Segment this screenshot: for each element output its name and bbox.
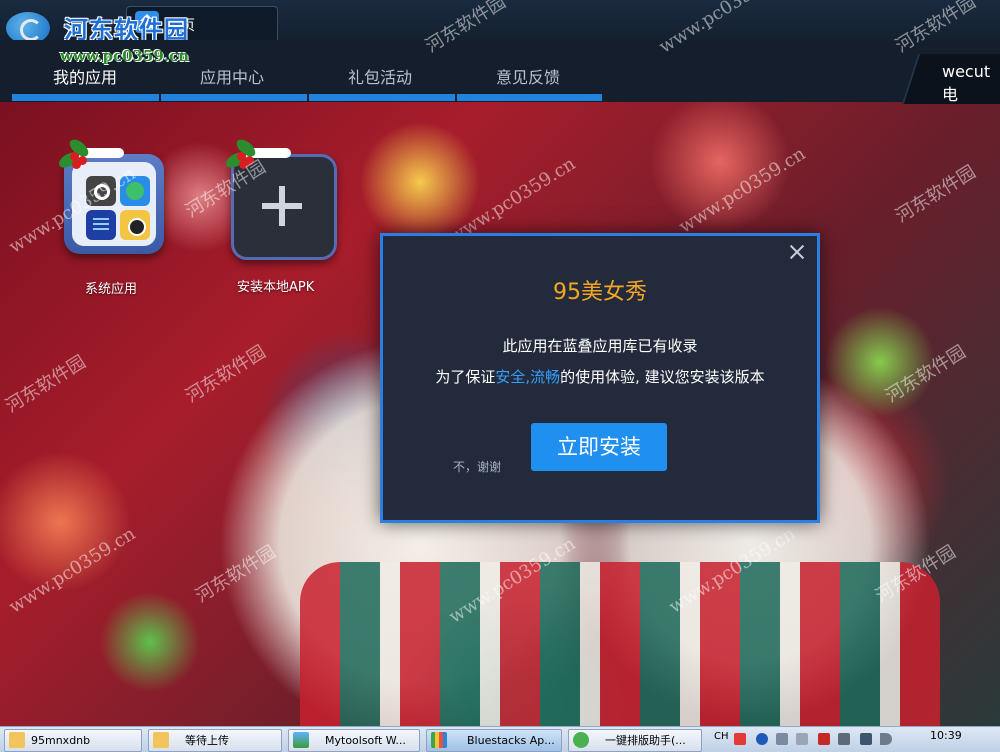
watermark-site-url: www.pc0359.cn (60, 47, 190, 65)
nav-item-my-apps[interactable]: 我的应用 (53, 64, 117, 88)
volume-icon[interactable] (880, 733, 892, 745)
taskbar-item-label: 一键排版助手(... (605, 734, 686, 747)
taskbar-item-label: Mytoolsoft W... (325, 734, 406, 747)
message-highlight: 安全,流畅 (495, 368, 561, 386)
security-icon[interactable] (818, 733, 830, 745)
message-suffix: 的使用体验, 建议您安装该版本 (560, 368, 765, 386)
folder-icon (9, 732, 25, 748)
nav-right-app-tab[interactable]: wecut电 (942, 62, 1000, 105)
dialog-title: 95美女秀 (553, 280, 647, 305)
background-scarf (300, 562, 940, 726)
install-apk-label: 安装本地APK (237, 280, 315, 295)
nav-item-feedback[interactable]: 意见反馈 (496, 64, 560, 88)
bluestacks-icon (431, 732, 447, 748)
taskbar-item-label: Bluestacks Ap... (467, 734, 555, 747)
settings-icon (86, 176, 116, 206)
system-apps-label: 系统应用 (85, 282, 138, 297)
taskbar-item[interactable]: Mytoolsoft W... (288, 729, 420, 752)
install-recommendation-dialog: 95美女秀 此应用在蓝叠应用库已有收录 为了保证安全,流畅的使用体验, 建议您安… (380, 233, 820, 523)
dialog-message-line1: 此应用在蓝叠应用库已有收录 (502, 337, 698, 355)
input-method-icon[interactable] (734, 733, 746, 745)
taskbar-item-label: 95mnxdnb (31, 734, 91, 747)
settings-tray-icon[interactable] (776, 733, 788, 745)
holly-decoration-icon (223, 136, 291, 176)
taskbar-item[interactable]: 等待上传 (148, 729, 282, 752)
windows-taskbar: 95mnxdnb 等待上传 Mytoolsoft W... Bluestacks… (0, 726, 1000, 752)
help-icon[interactable] (756, 733, 768, 745)
folder-icon (153, 732, 169, 748)
keyboard-icon[interactable] (796, 733, 808, 745)
install-now-button[interactable]: 立即安装 (531, 423, 667, 471)
browser-icon (120, 176, 150, 206)
message-prefix: 为了保证 (435, 368, 496, 386)
holly-decoration-icon (56, 136, 124, 176)
typeset-icon (573, 732, 589, 748)
taskbar-item[interactable]: 95mnxdnb (4, 729, 142, 752)
image-app-icon (293, 732, 309, 748)
taskbar-item-label: 等待上传 (185, 734, 229, 747)
ime-indicator[interactable]: CH (714, 731, 729, 742)
nav-item-gift-events[interactable]: 礼包活动 (348, 64, 412, 88)
decline-link[interactable]: 不，谢谢 (453, 458, 501, 475)
clock-time[interactable]: 10:39 (930, 729, 962, 742)
taskbar-item[interactable]: 一键排版助手(... (568, 729, 702, 752)
app-tray-icon[interactable] (838, 733, 850, 745)
camera-icon (120, 210, 150, 240)
taskbar-item-active[interactable]: Bluestacks Ap... (426, 729, 562, 752)
close-icon[interactable] (787, 242, 807, 262)
nav-item-app-center[interactable]: 应用中心 (200, 64, 264, 88)
nav-underline (12, 94, 602, 101)
file-manager-icon (86, 210, 116, 240)
network-icon[interactable] (860, 733, 872, 745)
dialog-message-line2: 为了保证安全,流畅的使用体验, 建议您安装该版本 (383, 366, 817, 387)
